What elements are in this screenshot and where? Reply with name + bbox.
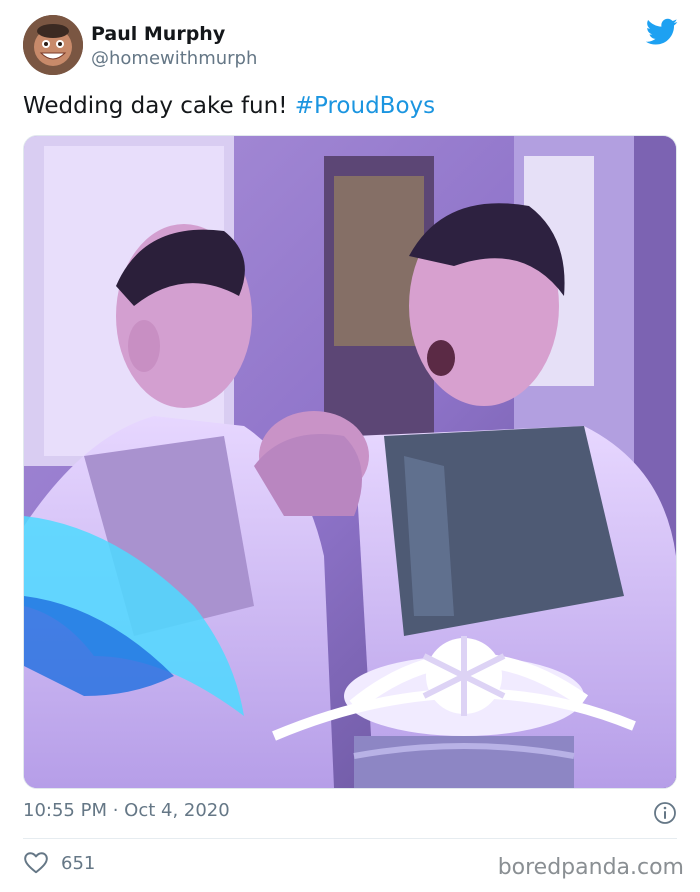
display-name[interactable]: Paul Murphy [91,22,257,46]
timestamp[interactable]: 10:55 PM · Oct 4, 2020 [23,798,230,824]
likes-control[interactable]: 651 [23,850,95,876]
twitter-bird-icon[interactable] [646,18,678,46]
tweet-text-plain: Wedding day cake fun! [23,93,295,119]
watermark: boredpanda.com [497,855,684,880]
tweet-card: Paul Murphy @homewithmurph Wedding day c… [0,0,700,892]
tweet-photo[interactable] [23,135,677,789]
tweet-text: Wedding day cake fun! #ProudBoys [23,90,435,122]
avatar-icon [23,15,83,75]
user-handle[interactable]: @homewithmurph [91,47,257,71]
author-block[interactable]: Paul Murphy @homewithmurph [91,22,257,71]
divider [23,838,677,839]
likes-count: 651 [61,852,96,874]
info-icon[interactable] [653,801,677,825]
photo-image [24,136,676,788]
avatar[interactable] [23,15,83,75]
hashtag-link[interactable]: #ProudBoys [295,93,435,119]
heart-icon[interactable] [23,850,49,876]
